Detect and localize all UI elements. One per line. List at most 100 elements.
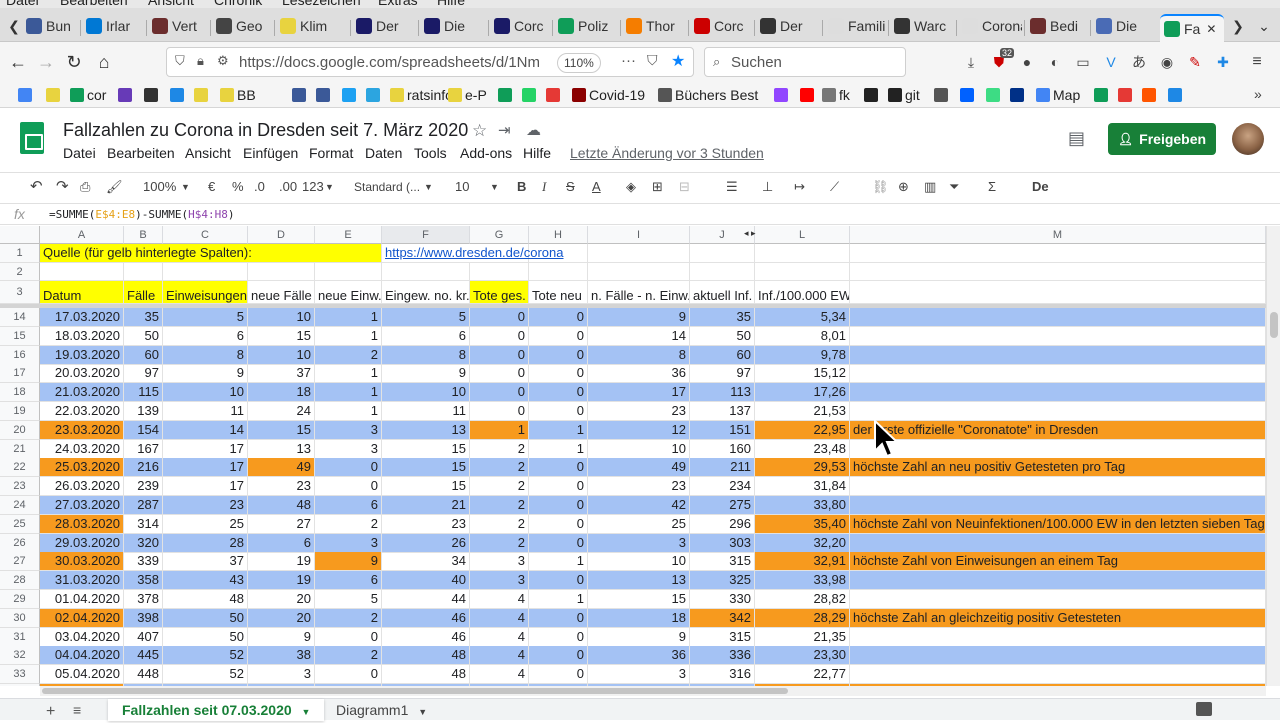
cell[interactable]: 0 [529,477,588,497]
cell[interactable]: 60 [124,345,163,365]
row-header[interactable]: 26 [0,533,40,553]
bookmark-27[interactable] [1010,86,1027,104]
cell[interactable]: 0 [315,458,382,478]
vertical-scroll-thumb[interactable] [1270,312,1278,338]
cell[interactable]: 13 [588,571,690,591]
browser-tab-9[interactable]: Thor [622,12,686,40]
bookmark-2[interactable]: cor [70,86,106,104]
cell[interactable]: 342 [690,608,755,628]
row-header[interactable]: 28 [0,571,40,591]
text-wrap-icon[interactable]: ↦ [794,179,805,195]
cell[interactable] [850,244,1266,263]
note-cell[interactable]: höchste Zahl von Neuinfektionen/100.000 … [850,514,1266,534]
bookmarks-overflow-icon[interactable]: » [1254,86,1262,102]
cell[interactable]: 60 [690,345,755,365]
cell[interactable]: 04.04.2020 [40,646,124,666]
bookmark-1[interactable] [46,86,63,104]
font-size-select[interactable]: 10 [455,179,469,194]
column-title[interactable]: Datum [40,281,124,304]
cell[interactable]: 10 [588,552,690,572]
column-title[interactable]: Fälle [124,281,163,304]
bookmark-26[interactable] [986,86,1003,104]
cell[interactable]: 445 [124,646,163,666]
merge-cells-icon[interactable]: ⊟ [679,179,690,195]
insert-comment-icon[interactable]: ⊕ [898,179,909,195]
column-header-h[interactable]: H [529,226,588,244]
share-button[interactable]: 👤︎ Freigeben [1108,123,1216,155]
horizontal-scrollbar[interactable] [40,686,1266,696]
cell[interactable]: 22,77 [755,665,850,685]
cell[interactable]: 5 [163,308,248,327]
bookmark-15[interactable] [522,86,539,104]
cell[interactable]: 4 [470,627,529,647]
browser-tab-6[interactable]: Die [420,12,486,40]
extension-pen-icon[interactable]: ✎ [1186,53,1204,71]
undo-icon[interactable]: ↶ [30,177,43,195]
cell[interactable] [470,263,529,281]
explore-icon[interactable] [1196,702,1212,716]
menu-add-ons[interactable]: Add-ons [460,145,512,161]
cell[interactable] [124,263,163,281]
cell[interactable]: 211 [690,458,755,478]
browser-tab-15[interactable]: Bedi [1026,12,1088,40]
bookmark-11[interactable] [366,86,383,104]
all-sheets-icon[interactable]: ≡ [73,702,81,718]
pocket-icon[interactable]: ⛉ [647,52,658,69]
cell[interactable]: 36 [588,364,690,384]
cell[interactable]: 8 [382,345,470,365]
cell[interactable]: 0 [529,402,588,421]
move-folder-icon[interactable]: ⇥ [498,121,511,139]
cell[interactable]: 2 [470,458,529,478]
cell[interactable] [690,263,755,281]
cell[interactable]: 19.03.2020 [40,345,124,365]
cell[interactable]: 6 [315,496,382,515]
cell[interactable]: 2 [315,345,382,365]
column-header-m[interactable]: M [850,226,1266,244]
functions-icon[interactable]: Σ [988,179,996,194]
cell[interactable]: 35 [690,308,755,327]
cell[interactable]: 2 [315,514,382,534]
bookmark-6[interactable] [194,86,211,104]
cell[interactable]: 0 [529,458,588,478]
cell[interactable]: 36 [588,646,690,666]
browser-tab-7[interactable]: Corc [490,12,550,40]
cell[interactable]: 0 [470,364,529,384]
cell[interactable]: 15,12 [755,364,850,384]
os-menu-6[interactable]: Hilfe [437,0,465,8]
add-sheet-icon[interactable]: + [46,703,55,721]
browser-tab-12[interactable]: Familie [824,12,886,40]
cell[interactable]: 6 [163,326,248,346]
os-menu-5[interactable]: Extras [378,0,418,8]
cell[interactable]: 01.04.2020 [40,590,124,609]
cell[interactable]: 407 [124,627,163,647]
browser-tab-17[interactable]: Fa ✕ [1160,14,1224,42]
star-icon[interactable]: ☆ [472,121,487,141]
bookmark-29[interactable] [1094,86,1111,104]
cell[interactable]: 2 [470,533,529,553]
bookmark-10[interactable] [342,86,359,104]
cell[interactable]: 2 [470,477,529,497]
cell[interactable]: 1 [315,326,382,346]
cell[interactable]: 18.03.2020 [40,326,124,346]
cell[interactable]: 28,82 [755,590,850,609]
bookmark-star-icon[interactable]: ★ [671,51,685,71]
menu-einfügen[interactable]: Einfügen [243,145,298,161]
cell[interactable]: 9 [248,627,315,647]
cell[interactable] [40,263,124,281]
redo-icon[interactable]: ↷ [56,177,69,195]
zoom-select[interactable]: 100% [143,179,176,194]
row-header[interactable]: 3 [0,281,40,304]
input-tools-icon[interactable]: De [1032,179,1049,194]
cell[interactable]: 339 [124,552,163,572]
filter-icon[interactable]: ⏷ [949,179,959,195]
row-header[interactable]: 30 [0,608,40,628]
cell[interactable]: 34 [382,552,470,572]
decrease-decimals-button[interactable]: .0 [254,179,265,194]
reload-icon[interactable]: ↻ [62,50,86,74]
insert-link-icon[interactable]: ⛓ [872,179,889,195]
row-header[interactable]: 27 [0,552,40,572]
cell[interactable]: 40 [382,571,470,591]
cell[interactable]: 37 [163,552,248,572]
cell[interactable]: 0 [315,477,382,497]
cell[interactable]: 31.03.2020 [40,571,124,591]
